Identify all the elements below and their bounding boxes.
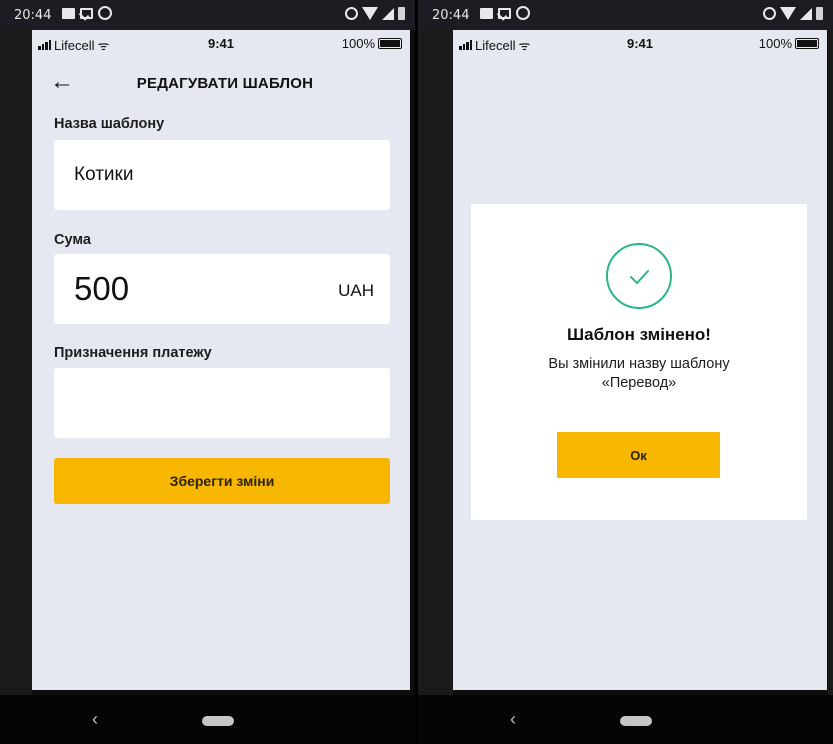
android-status-bar: 20:44 <box>0 0 415 30</box>
dialog-message-line-1: Вы змінили назву шаблону <box>548 356 730 372</box>
wifi-icon <box>780 7 796 20</box>
amount-label: Сума <box>54 232 91 248</box>
success-dialog-phone: 20:44 Lifecell ᯤ 9:41 100% Шаблон змінен… <box>418 0 833 744</box>
template-name-value: Котики <box>74 164 134 185</box>
success-dialog: Шаблон змінено! Вы змінили назву шаблону… <box>471 204 807 520</box>
payment-purpose-label: Призначення платежу <box>54 345 212 361</box>
phone-bezel-left <box>418 30 453 695</box>
battery-percent: 100% <box>758 36 792 51</box>
battery-icon <box>398 7 405 20</box>
ios-status-bar: Lifecell ᯤ 9:41 100% <box>32 30 410 60</box>
save-changes-button[interactable]: Зберегти зміни <box>54 458 390 504</box>
gallery-notification-icon <box>62 8 75 19</box>
check-circle-icon <box>606 243 672 309</box>
cell-signal-icon <box>800 7 812 20</box>
android-system-icons <box>345 7 405 20</box>
edit-template-phone: 20:44 Lifecell ᯤ 9:41 100% ← РЕДАГУВАТИ … <box>0 0 415 744</box>
battery-percent: 100% <box>341 36 375 51</box>
nav-back-icon[interactable]: ‹ <box>92 709 98 730</box>
battery-icon <box>378 38 402 49</box>
amount-value: 500 <box>74 270 130 307</box>
wifi-icon <box>362 7 378 20</box>
battery-icon <box>816 7 823 20</box>
currency-label: UAH <box>338 281 374 300</box>
nav-home-pill[interactable] <box>620 716 652 726</box>
nav-back-icon[interactable]: ‹ <box>510 709 516 730</box>
alarm-icon <box>763 7 776 20</box>
dialog-message-line-2: «Перевод» <box>601 375 677 391</box>
page-title: РЕДАГУВАТИ ШАБЛОН <box>136 75 314 92</box>
viber-notification-icon <box>516 6 530 20</box>
android-nav-bar: ‹ <box>0 695 415 744</box>
android-system-icons <box>763 7 823 20</box>
success-screen: Lifecell ᯤ 9:41 100% Шаблон змінено! Вы … <box>453 30 827 690</box>
mail-notification-icon <box>80 8 93 19</box>
android-nav-bar: ‹ <box>418 695 833 744</box>
android-status-bar: 20:44 <box>418 0 833 30</box>
amount-field[interactable]: 500 UAH <box>54 254 390 324</box>
alarm-icon <box>345 7 358 20</box>
payment-purpose-field[interactable] <box>54 368 390 438</box>
dialog-title: Шаблон змінено! <box>567 325 711 344</box>
gallery-notification-icon <box>480 8 493 19</box>
screen-header: ← РЕДАГУВАТИ ШАБЛОН <box>32 68 410 98</box>
nav-home-pill[interactable] <box>202 716 234 726</box>
battery-info: 100% <box>759 36 819 51</box>
viber-notification-icon <box>98 6 112 20</box>
android-clock: 20:44 <box>14 8 52 23</box>
android-clock: 20:44 <box>432 8 470 23</box>
phone-bezel-left <box>0 30 32 695</box>
cell-signal-icon <box>382 7 394 20</box>
ios-status-bar: Lifecell ᯤ 9:41 100% <box>453 30 827 60</box>
ok-button[interactable]: Ок <box>557 432 720 478</box>
mail-notification-icon <box>498 8 511 19</box>
phone-bezel-right <box>828 30 833 695</box>
battery-info: 100% <box>342 36 402 51</box>
dialog-message: Вы змінили назву шаблону «Перевод» <box>501 355 777 393</box>
battery-icon <box>795 38 819 49</box>
template-name-label: Назва шаблону <box>54 116 165 132</box>
edit-template-screen: Lifecell ᯤ 9:41 100% ← РЕДАГУВАТИ ШАБЛОН… <box>32 30 410 690</box>
template-name-field[interactable]: Котики <box>54 140 390 210</box>
